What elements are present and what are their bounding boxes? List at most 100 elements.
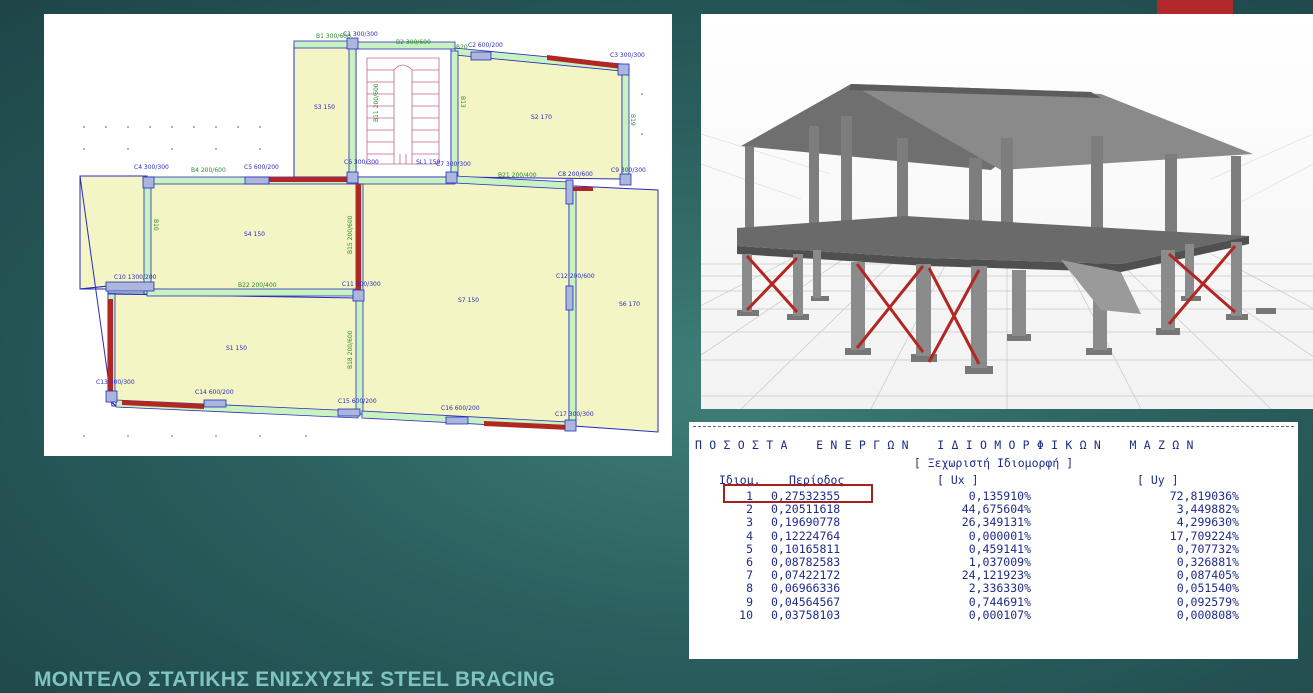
cell-uy: 0,326881% [1176,554,1239,569]
column-c11 [352,289,365,302]
table-row: 9 0,04564567 0,744691% 0,092579% [689,594,1298,609]
cell-period: 0,08782583 [771,554,841,569]
label-c12: C12 200/600 [556,273,595,280]
table-row: 4 0,12224764 0,000001% 17,709224% [689,528,1298,543]
cell-uy: 0,000808% [1176,607,1239,622]
label-b19: B19 [629,114,636,126]
column-c15 [337,408,361,417]
table-row: 2 0,20511618 44,675604% 3,449882% [689,502,1298,517]
column-c3 [617,63,630,76]
header-ux: [ Ux ] [937,473,979,487]
cell-uy: 17,709224% [1169,528,1239,543]
beam-b19 [621,67,630,181]
column-c7 [445,171,458,184]
table-title: Π Ο Σ Ο Σ Τ Α Ε Ν Ε Ρ Γ Ω Ν Ι Δ Ι Ο Μ Ο … [695,438,1194,452]
label-c4: C4 300/300 [134,164,169,171]
beam-b22 [146,288,359,297]
cell-mode: 10 [739,607,753,622]
label-c8: C8 200/600 [558,171,593,178]
table-top-divider [693,426,1294,427]
label-c10: C10 1300/200 [114,274,157,281]
cell-period: 0,06966336 [771,581,841,596]
cell-mode: 3 [746,515,753,530]
accent-tab [1157,0,1233,14]
label-c9: C9 300/300 [611,167,646,174]
column-c14 [203,399,227,408]
label-sl1: SL1 150 [416,159,441,166]
label-c14: C14 600/200 [195,389,234,396]
beam-b13b [357,176,456,185]
cell-ux: 0,459141% [968,541,1031,556]
cell-uy: 0,051540% [1176,581,1239,596]
label-s6: S6 170 [619,301,640,308]
label-b22: B22 200/400 [238,282,277,289]
label-c3: C3 300/300 [610,52,645,59]
cell-uy: 0,087405% [1176,568,1239,583]
cell-period: 0,10165811 [771,541,841,556]
label-c2: C2 600/200 [468,42,503,49]
cell-mode: 8 [746,581,753,596]
label-b13: B13 [459,96,466,108]
cell-mode: 5 [746,541,753,556]
cell-ux: 0,000107% [968,607,1031,622]
cell-ux: 0,744691% [968,594,1031,609]
table-row: 6 0,08782583 1,037009% 0,326881% [689,554,1298,569]
render-drawing [701,14,1313,409]
table-row: 7 0,07422172 24,121923% 0,087405% [689,568,1298,583]
cell-uy: 0,707732% [1176,541,1239,556]
cell-period: 0,20511618 [771,502,841,517]
cell-uy: 0,092579% [1176,594,1239,609]
cell-ux: 1,037009% [968,554,1031,569]
slide-title: ΜΟΝΤΕΛΟ ΣΤΑΤΙΚΗΣ ΕΝΙΣΧΥΣΗΣ STEEL BRACING [34,668,556,691]
column-c17 [564,419,577,432]
column-c16 [445,416,469,425]
table-row: 5 0,10165811 0,459141% 0,707732% [689,541,1298,556]
label-c6: C6 300/300 [344,159,379,166]
label-b20: B20 [456,44,468,51]
cell-uy: 72,819036% [1169,489,1239,503]
label-b21: B21 200/400 [498,172,537,179]
cell-period: 0,03758103 [771,607,841,622]
cell-mode: 2 [746,502,753,517]
label-s7: S7 150 [458,297,479,304]
cell-mode: 4 [746,528,753,543]
cell-ux: 44,675604% [961,502,1031,517]
table-subtitle: [ Ξεχωριστή Ιδιομορφή ] [913,456,1074,470]
table-rows: 1 0,27532355 0,135910% 72,819036% 2 0,2051161… [689,489,1298,622]
label-c15: C15 600/200 [338,398,377,405]
cell-period: 0,07422172 [771,568,841,583]
structure-3d-render [701,14,1313,409]
floor-plan-drawing: C1 300/300 C2 600/200 C3 300/300 C4 300/… [79,31,659,437]
beam-b18 [355,297,364,415]
label-b4: B4 200/600 [191,167,226,174]
table-row: 3 0,19690778 26,349131% 4,299630% [689,515,1298,530]
label-b11: B11 200/600 [373,83,380,122]
label-b1: B1 300/600 [316,33,351,40]
label-c13: C13 300/300 [96,379,135,386]
cell-ux: 24,121923% [961,568,1031,583]
label-s2: S2 170 [531,114,552,121]
cell-ux: 26,349131% [961,515,1031,530]
label-c16: C16 600/200 [441,405,480,412]
label-s4: S4 150 [244,231,265,238]
cell-period: 0,04564567 [771,594,841,609]
cell-uy: 4,299630% [1176,515,1239,530]
beam-b13 [450,50,459,180]
cell-uy: 3,449882% [1176,502,1239,517]
label-b18: B18 200/600 [347,330,354,369]
label-c5: C5 600/200 [244,164,279,171]
label-b15: B15 200/600 [347,215,354,254]
label-c7: C7 300/300 [436,161,471,168]
label-b2: B2 300/600 [396,39,431,46]
table-row: 10 0,03758103 0,000107% 0,000808% [689,607,1298,622]
cell-mode: 6 [746,554,753,569]
modal-mass-table: Π Ο Σ Ο Σ Τ Α Ε Ν Ε Ρ Γ Ω Ν Ι Δ Ι Ο Μ Ο … [689,422,1298,659]
floor-plan-panel: C1 300/300 C2 600/200 C3 300/300 C4 300/… [44,14,672,456]
first-mode-highlight [723,484,873,503]
cell-ux: 0,000001% [968,528,1031,543]
cell-mode: 9 [746,594,753,609]
header-uy: [ Uy ] [1137,473,1179,487]
cell-ux: 2,336330% [968,581,1031,596]
cell-period: 0,19690778 [771,515,841,530]
column-c5 [244,176,270,185]
